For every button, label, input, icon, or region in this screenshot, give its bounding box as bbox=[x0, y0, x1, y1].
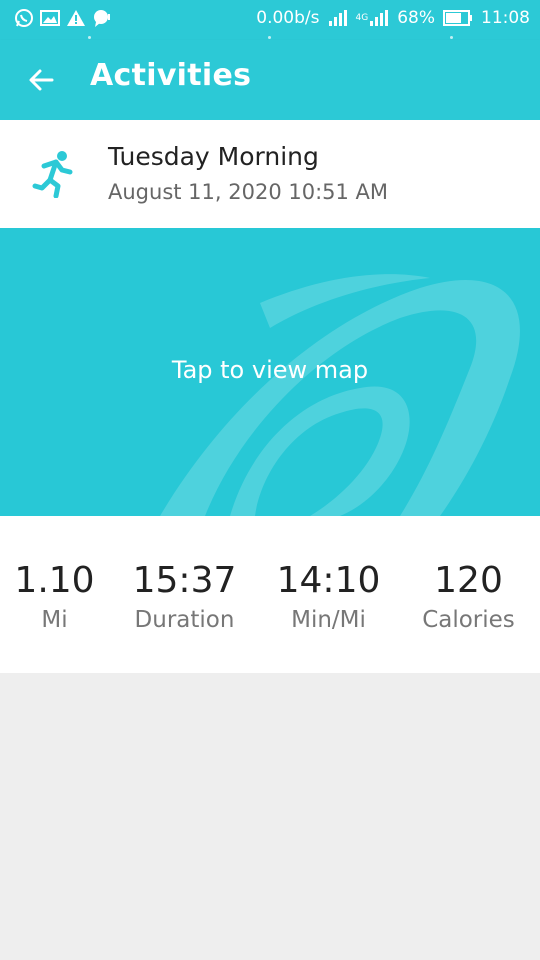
notification-icons bbox=[14, 8, 112, 28]
map-preview[interactable]: Tap to view map bbox=[0, 228, 540, 516]
signal-4g-icon bbox=[370, 10, 389, 26]
clock: 11:08 bbox=[481, 8, 530, 28]
status-dot bbox=[450, 36, 453, 39]
battery-icon bbox=[443, 10, 472, 26]
stat-calories: 120 Calories bbox=[401, 560, 536, 633]
status-dot bbox=[268, 36, 271, 39]
activity-header: Tuesday Morning August 11, 2020 10:51 AM bbox=[0, 120, 540, 228]
chat-icon bbox=[94, 10, 110, 27]
arrow-left-icon[interactable] bbox=[26, 64, 58, 96]
activity-name: Tuesday Morning bbox=[108, 142, 319, 171]
stat-label: Min/Mi bbox=[291, 607, 366, 633]
activity-datetime: August 11, 2020 10:51 AM bbox=[108, 180, 389, 204]
warning-icon bbox=[67, 10, 85, 26]
network-type: 4G bbox=[355, 13, 369, 23]
stat-value: 1.10 bbox=[14, 560, 95, 601]
activity-stats: 1.10 Mi 15:37 Duration 14:10 Min/Mi 120 … bbox=[0, 516, 540, 673]
stat-label: Mi bbox=[41, 607, 68, 633]
running-person-icon bbox=[32, 151, 73, 198]
page-title: Activities bbox=[90, 58, 252, 93]
status-dot bbox=[88, 36, 91, 39]
gallery-icon bbox=[40, 10, 60, 26]
stat-value: 14:10 bbox=[276, 560, 381, 601]
status-bar: 0.00b/s 4G 68% 11:08 bbox=[0, 0, 540, 40]
stat-distance: 1.10 Mi bbox=[0, 560, 122, 633]
signal-icon bbox=[328, 10, 347, 26]
stat-value: 120 bbox=[434, 560, 503, 601]
map-tap-label[interactable]: Tap to view map bbox=[0, 356, 540, 384]
stat-value: 15:37 bbox=[132, 560, 237, 601]
stat-label: Duration bbox=[134, 607, 235, 633]
app-bar: Activities bbox=[0, 40, 540, 120]
stat-label: Calories bbox=[422, 607, 515, 633]
stat-duration: 15:37 Duration bbox=[117, 560, 252, 633]
status-indicators: 0.00b/s 4G 68% 11:08 bbox=[256, 8, 530, 28]
battery-percent: 68% bbox=[397, 8, 435, 28]
stat-pace: 14:10 Min/Mi bbox=[261, 560, 396, 633]
network-speed: 0.00b/s bbox=[256, 8, 320, 28]
whatsapp-icon bbox=[15, 9, 33, 27]
